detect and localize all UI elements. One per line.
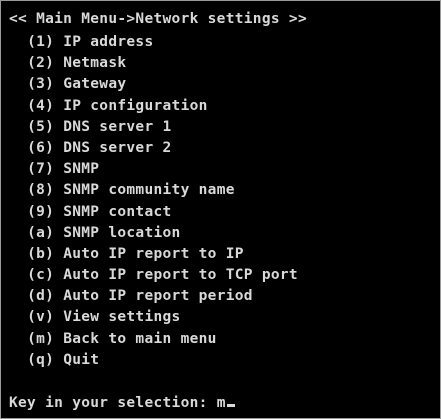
- menu-item-auto-ip-report-to-ip[interactable]: (b) Auto IP report to IP: [9, 244, 298, 265]
- menu-item-label: SNMP community name: [63, 182, 235, 199]
- menu-item-label: Back to main menu: [63, 330, 217, 347]
- menu-item-snmp-location[interactable]: (a) SNMP location: [9, 223, 298, 244]
- menu-item-key: (3): [27, 76, 55, 93]
- menu-item-label: Gateway: [63, 76, 127, 93]
- menu-item-label: Auto IP report to IP: [63, 245, 244, 262]
- menu-item-label: SNMP location: [63, 224, 181, 241]
- menu-item-dns-server-2[interactable]: (6) DNS server 2: [9, 138, 298, 159]
- menu-item-label: DNS server 2: [63, 139, 172, 156]
- menu-item-key: (q): [27, 351, 55, 368]
- menu-item-key: (b): [27, 245, 55, 262]
- network-settings-menu: (1) IP address (2) Netmask (3) Gateway (…: [9, 32, 298, 371]
- menu-item-auto-ip-report-period[interactable]: (d) Auto IP report period: [9, 286, 298, 307]
- menu-item-auto-ip-report-to-tcp-port[interactable]: (c) Auto IP report to TCP port: [9, 265, 298, 286]
- menu-item-label: Quit: [63, 351, 100, 368]
- menu-item-netmask[interactable]: (2) Netmask: [9, 53, 298, 74]
- prompt-label: Key in your selection:: [9, 395, 208, 411]
- menu-item-label: Auto IP report to TCP port: [63, 267, 298, 284]
- menu-item-snmp[interactable]: (7) SNMP: [9, 159, 298, 180]
- terminal-window: << Main Menu->Network settings >> (1) IP…: [0, 0, 441, 419]
- menu-item-key: (2): [27, 55, 55, 72]
- menu-item-label: DNS server 1: [63, 118, 172, 135]
- menu-item-label: Netmask: [63, 55, 127, 72]
- menu-item-label: IP address: [63, 34, 154, 50]
- menu-item-key: (9): [27, 203, 55, 220]
- menu-item-label: SNMP: [63, 161, 100, 178]
- menu-item-dns-server-1[interactable]: (5) DNS server 1: [9, 117, 298, 138]
- menu-item-key: (v): [27, 309, 55, 326]
- menu-item-key: (6): [27, 139, 55, 156]
- menu-item-key: (1): [27, 34, 55, 50]
- menu-item-label: Auto IP report period: [63, 288, 253, 305]
- menu-item-label: IP configuration: [63, 97, 208, 114]
- menu-item-ip-address[interactable]: (1) IP address: [9, 32, 298, 53]
- menu-item-key: (d): [27, 288, 55, 305]
- menu-item-label: SNMP contact: [63, 203, 172, 220]
- menu-item-snmp-community-name[interactable]: (8) SNMP community name: [9, 180, 298, 201]
- selection-input[interactable]: m: [217, 395, 226, 411]
- selection-prompt[interactable]: Key in your selection: m: [9, 395, 235, 411]
- menu-item-key: (7): [27, 161, 55, 178]
- menu-item-label: View settings: [63, 309, 181, 326]
- menu-item-key: (c): [27, 267, 55, 284]
- menu-item-gateway[interactable]: (3) Gateway: [9, 74, 298, 95]
- text-cursor: [226, 404, 235, 407]
- menu-item-snmp-contact[interactable]: (9) SNMP contact: [9, 202, 298, 223]
- menu-item-quit[interactable]: (q) Quit: [9, 350, 298, 371]
- menu-item-back-to-main-menu[interactable]: (m) Back to main menu: [9, 329, 298, 350]
- menu-item-view-settings[interactable]: (v) View settings: [9, 307, 298, 328]
- menu-item-key: (4): [27, 97, 55, 114]
- menu-item-key: (5): [27, 118, 55, 135]
- menu-item-key: (a): [27, 224, 55, 241]
- menu-item-key: (8): [27, 182, 55, 199]
- menu-title: << Main Menu->Network settings >>: [9, 11, 307, 27]
- menu-item-key: (m): [27, 330, 55, 347]
- menu-item-ip-configuration[interactable]: (4) IP configuration: [9, 96, 298, 117]
